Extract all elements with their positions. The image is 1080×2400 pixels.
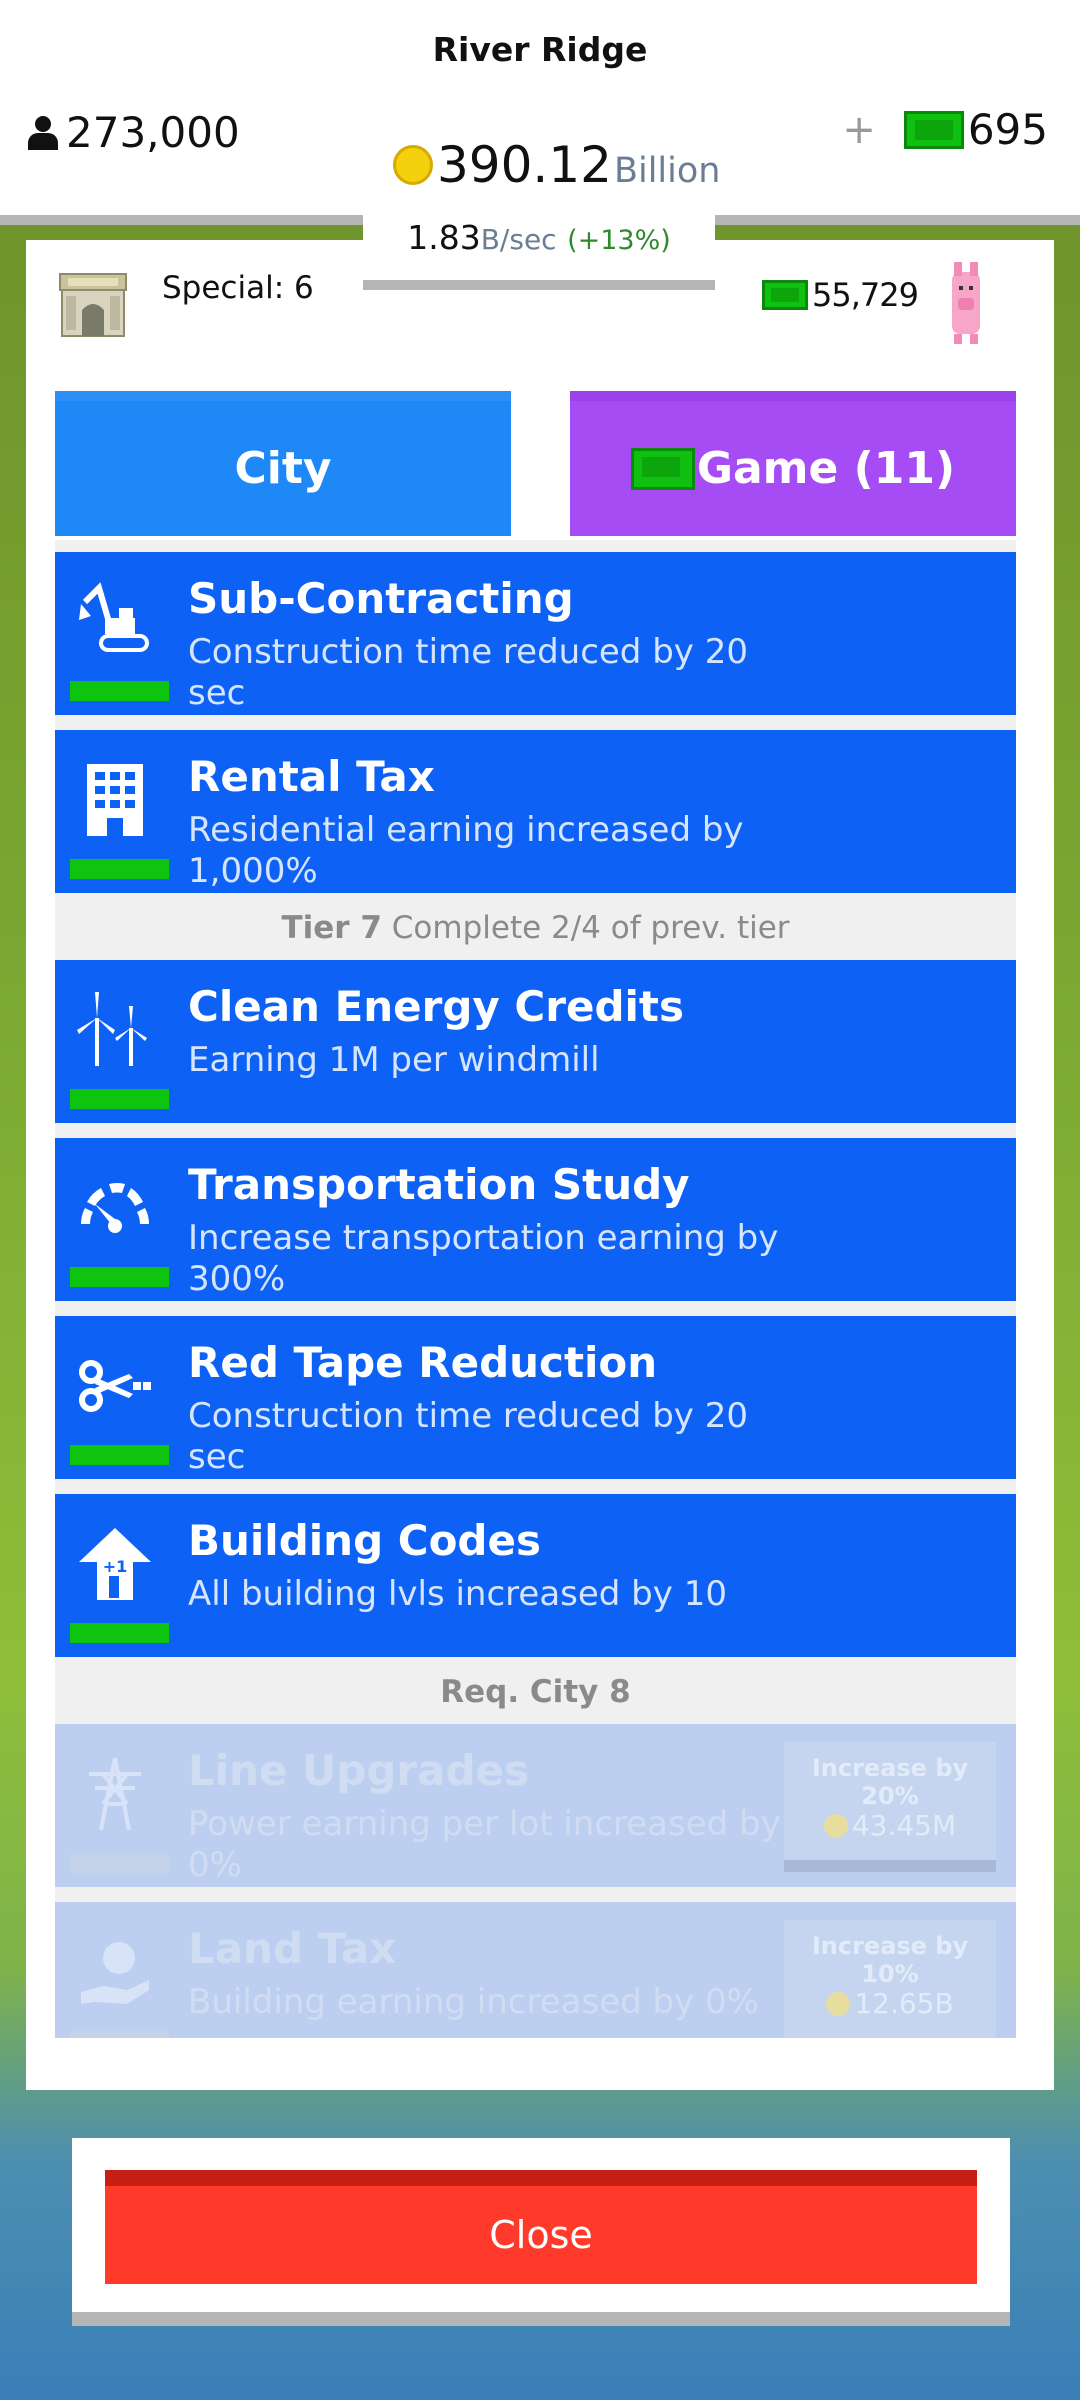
upgrade-title: Building Codes	[188, 1516, 541, 1565]
tier-requirement: Complete 2/4 of prev. tier	[391, 910, 790, 946]
rate-change: (+13%)	[567, 225, 671, 256]
tier-requirement: Req. City 8	[440, 1674, 631, 1710]
purchase-button: Increase by 10% 12.65B	[784, 1920, 996, 2038]
purchase-button: Increase by 20% 43.45M	[784, 1742, 996, 1872]
close-container: Close	[72, 2138, 1010, 2326]
coin-unit: Billion	[613, 151, 721, 191]
upgrade-description: Increase transportation earning by 300%	[188, 1218, 779, 1299]
upgrade-title: Clean Energy Credits	[188, 982, 684, 1031]
upgrade-title: Sub-Contracting	[188, 574, 574, 623]
purchase-label: Increase by 20%	[811, 1754, 969, 1810]
upgrade-description: All building lvls increased by 10	[188, 1574, 727, 1614]
tab-city[interactable]: City	[55, 391, 511, 536]
rate-unit: B	[480, 223, 500, 256]
cash-value: 695	[967, 105, 1048, 154]
arch-gate-icon	[59, 273, 127, 337]
windmill-icon	[77, 992, 147, 1066]
building-icon	[87, 764, 143, 836]
close-button[interactable]: Close	[105, 2170, 977, 2284]
upgrade-description: Residential earning increased by 1,000%	[188, 810, 744, 891]
upgrade-title: Transportation Study	[188, 1160, 690, 1209]
upgrade-red-tape-reduction[interactable]: Red Tape Reduction Construction time red…	[55, 1316, 1016, 1479]
coin-value: 390.12	[437, 136, 612, 194]
upgrade-description: Building earning increased by 0%	[188, 1982, 759, 2022]
purchase-label: Increase by 10%	[811, 1932, 969, 1988]
progress-bar	[70, 859, 169, 879]
svg-text:+1: +1	[103, 1557, 128, 1576]
upgrade-description: Construction time reduced by 20 sec	[188, 1396, 748, 1477]
add-cash-icon[interactable]: +	[842, 107, 876, 153]
population-value: 273,000	[66, 108, 240, 157]
piggy-cash-value: 55,729	[812, 276, 919, 314]
progress-bar	[70, 1623, 169, 1643]
cash-bill-icon	[903, 110, 964, 149]
purchase-cost: 12.65B	[784, 1990, 996, 2018]
cash-bill-icon	[630, 447, 695, 490]
tier-8-header: Req. City 8	[55, 1662, 1016, 1722]
upgrade-transportation-study[interactable]: Transportation Study Increase transporta…	[55, 1138, 1016, 1301]
population-display: 273,000	[26, 108, 240, 157]
speedometer-icon	[81, 1183, 149, 1233]
progress-bar	[70, 1445, 169, 1465]
special-count: Special: 6	[162, 270, 314, 306]
progress-bar	[70, 1853, 169, 1873]
progress-bar	[70, 681, 169, 701]
progress-bar	[70, 1267, 169, 1287]
cash-display[interactable]: + 695	[842, 105, 1048, 154]
level-up-icon: +1	[79, 1528, 151, 1600]
upgrade-description: Earning 1M per windmill	[188, 1040, 600, 1080]
power-tower-icon	[89, 1757, 141, 1831]
upgrade-title: Rental Tax	[188, 752, 435, 801]
upgrade-building-codes[interactable]: +1 Building Codes All building lvls incr…	[55, 1494, 1016, 1657]
upgrade-clean-energy-credits[interactable]: Clean Energy Credits Earning 1M per wind…	[55, 960, 1016, 1123]
cash-bill-icon	[762, 280, 808, 310]
upgrades-list[interactable]: Sub-Contracting Construction time reduce…	[55, 540, 1016, 2038]
piggy-bank-icon[interactable]	[948, 258, 984, 348]
tab-game[interactable]: Game (11)	[570, 391, 1016, 536]
progress-bar	[70, 2031, 169, 2038]
upgrade-land-tax: Land Tax Building earning increased by 0…	[55, 1902, 1016, 2038]
city-name: River Ridge	[432, 30, 648, 69]
tab-game-label: Game (11)	[696, 443, 956, 494]
upgrade-description: Power earning per lot increased by 0%	[188, 1804, 781, 1885]
tier-label: Tier 7	[281, 910, 382, 946]
upgrade-rental-tax[interactable]: Rental Tax Residential earning increased…	[55, 730, 1016, 893]
money-hand-icon	[81, 1942, 149, 2004]
coin-display: 390.12 Billion 1.83B/sec (+13%)	[363, 120, 720, 290]
tier-7-header: Tier 7 Complete 2/4 of prev. tier	[55, 898, 1016, 958]
person-icon	[26, 115, 60, 150]
excavator-icon	[79, 582, 149, 652]
upgrade-title: Land Tax	[188, 1924, 397, 1973]
upgrade-title: Line Upgrades	[188, 1746, 530, 1795]
progress-bar	[70, 1089, 169, 1109]
upgrade-line-upgrades: Line Upgrades Power earning per lot incr…	[55, 1724, 1016, 1887]
upgrade-title: Red Tape Reduction	[188, 1338, 658, 1387]
purchase-cost: 43.45M	[784, 1812, 996, 1840]
rate-value: 1.83	[407, 218, 481, 257]
coin-icon	[393, 145, 433, 185]
piggy-cash-display: 55,729	[762, 276, 919, 314]
income-rate: 1.83B/sec (+13%)	[363, 218, 715, 257]
upgrade-sub-contracting[interactable]: Sub-Contracting Construction time reduce…	[55, 552, 1016, 715]
scissors-icon	[79, 1360, 151, 1412]
rate-suffix: /sec	[499, 223, 557, 256]
upgrade-description: Construction time reduced by 20 sec	[188, 632, 748, 713]
